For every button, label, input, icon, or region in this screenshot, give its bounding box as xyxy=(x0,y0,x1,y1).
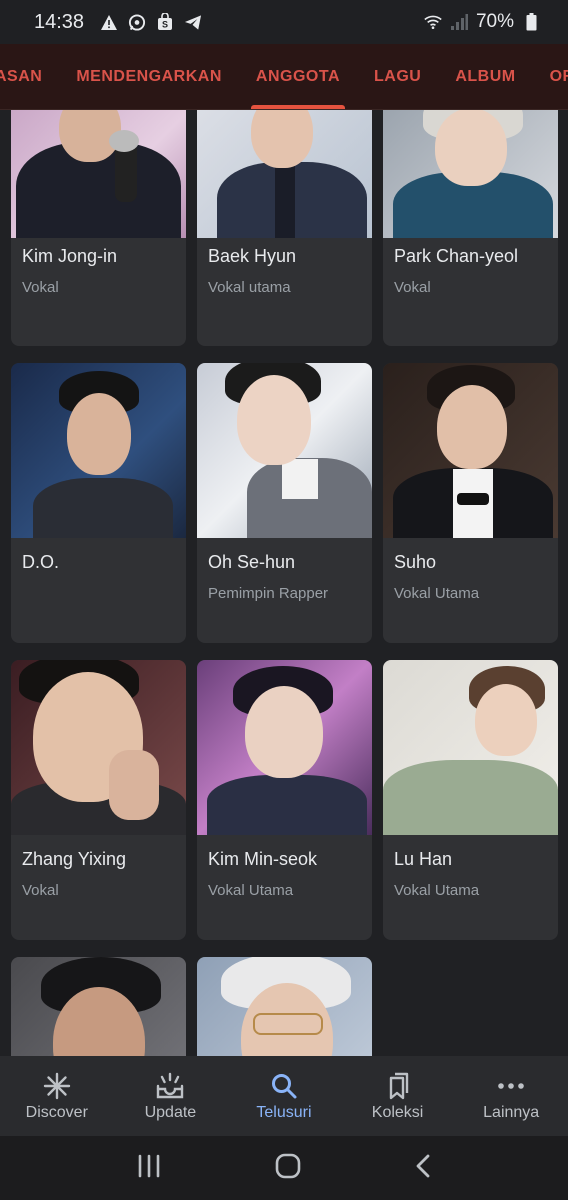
member-card[interactable]: Kim Min-seok Vokal Utama xyxy=(197,660,372,940)
member-photo xyxy=(197,363,372,538)
member-card[interactable]: Suho Vokal Utama xyxy=(383,363,558,643)
bottom-navigation: Discover Update Telusuri Koleksi Lainnya xyxy=(0,1056,568,1136)
member-card[interactable]: Lu Han Vokal Utama xyxy=(383,660,558,940)
nav-telusuri[interactable]: Telusuri xyxy=(234,1070,334,1122)
member-role: Pemimpin Rapper xyxy=(208,585,329,602)
svg-text:S: S xyxy=(162,20,168,30)
system-navigation-bar xyxy=(0,1136,568,1200)
status-bar: 14:38 S 70% xyxy=(0,0,568,44)
member-card[interactable]: Oh Se-hun Pemimpin Rapper xyxy=(197,363,372,643)
member-name: Suho xyxy=(394,552,437,572)
battery-percent: 70% xyxy=(475,11,514,32)
member-photo xyxy=(197,957,372,1056)
tab-asan[interactable]: ASAN xyxy=(0,44,59,109)
member-card[interactable] xyxy=(197,957,372,1056)
member-name: Oh Se-hun xyxy=(208,552,296,572)
members-grid: Kim Jong-in Vokal Baek Hyun Vokal utama … xyxy=(0,110,568,1056)
member-photo xyxy=(11,660,186,835)
member-photo xyxy=(11,110,186,238)
member-name: Lu Han xyxy=(394,849,453,869)
section-tab-bar: ASAN MENDENGARKAN ANGGOTA LAGU ALBUM ORA… xyxy=(0,44,568,110)
member-card[interactable]: D.O. xyxy=(11,363,186,643)
nav-lainnya[interactable]: Lainnya xyxy=(461,1070,561,1122)
member-photo xyxy=(11,957,186,1056)
telegram-icon xyxy=(184,13,202,31)
tab-mendengarkan[interactable]: MENDENGARKAN xyxy=(59,44,239,109)
member-card[interactable]: Kim Jong-in Vokal xyxy=(11,110,186,346)
more-dots-icon xyxy=(497,1070,525,1102)
wifi-icon xyxy=(424,13,442,31)
warning-icon xyxy=(100,13,118,31)
member-photo xyxy=(11,363,186,538)
shop-icon: S xyxy=(156,13,174,31)
tabs-strip: ASAN MENDENGARKAN ANGGOTA LAGU ALBUM ORA… xyxy=(0,44,568,109)
recent-apps-button[interactable] xyxy=(136,1154,162,1183)
member-role: Vokal xyxy=(394,279,431,296)
member-name: Kim Min-seok xyxy=(208,849,318,869)
tab-lagu[interactable]: LAGU xyxy=(357,44,438,109)
member-name: Baek Hyun xyxy=(208,246,297,266)
signal-icon xyxy=(450,13,468,31)
member-card[interactable]: Baek Hyun Vokal utama xyxy=(197,110,372,346)
status-time: 14:38 xyxy=(34,10,85,33)
member-role: Vokal xyxy=(22,279,59,296)
whatsapp-icon xyxy=(128,13,146,31)
nav-label: Lainnya xyxy=(483,1104,540,1121)
asterisk-icon xyxy=(43,1070,71,1102)
update-tray-icon xyxy=(155,1070,185,1102)
member-name: Zhang Yixing xyxy=(22,849,127,869)
back-button[interactable] xyxy=(414,1153,432,1184)
member-card[interactable]: Park Chan-yeol Vokal xyxy=(383,110,558,346)
nav-label: Update xyxy=(144,1104,197,1121)
member-photo xyxy=(197,110,372,238)
member-role: Vokal utama xyxy=(208,279,291,296)
nav-discover[interactable]: Discover xyxy=(7,1070,107,1122)
tab-album[interactable]: ALBUM xyxy=(438,44,532,109)
member-name: D.O. xyxy=(22,552,60,572)
bookmarks-icon xyxy=(385,1070,411,1102)
tab-orang[interactable]: ORAN xyxy=(533,44,568,109)
member-role: Vokal Utama xyxy=(394,585,480,602)
search-icon xyxy=(270,1070,298,1102)
battery-icon xyxy=(522,13,540,31)
member-role: Vokal Utama xyxy=(208,882,294,899)
member-card[interactable]: Zhang Yixing Vokal xyxy=(11,660,186,940)
member-photo xyxy=(197,660,372,835)
nav-label: Telusuri xyxy=(256,1104,312,1121)
member-photo xyxy=(383,660,558,835)
member-photo xyxy=(383,110,558,238)
member-photo xyxy=(383,363,558,538)
tab-anggota[interactable]: ANGGOTA xyxy=(239,44,357,109)
nav-update[interactable]: Update xyxy=(120,1070,220,1122)
home-button[interactable] xyxy=(274,1152,302,1185)
member-role: Vokal xyxy=(22,882,59,899)
nav-koleksi[interactable]: Koleksi xyxy=(348,1070,448,1122)
nav-label: Discover xyxy=(25,1104,88,1121)
nav-label: Koleksi xyxy=(371,1104,424,1121)
member-role: Vokal Utama xyxy=(394,882,480,899)
member-name: Park Chan-yeol xyxy=(394,246,519,266)
member-card[interactable] xyxy=(11,957,186,1056)
member-name: Kim Jong-in xyxy=(22,246,118,266)
